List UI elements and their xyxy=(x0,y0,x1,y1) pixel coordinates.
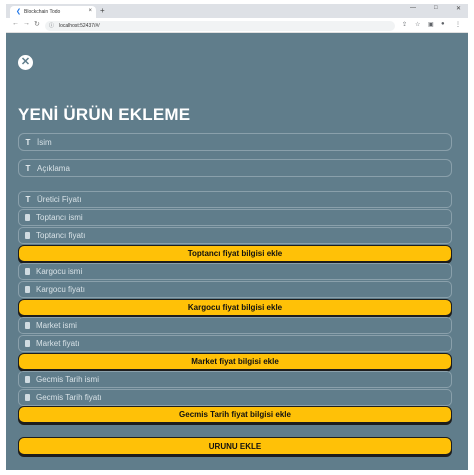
arrow-left-icon[interactable]: ← xyxy=(12,20,19,27)
profile-icon[interactable]: ● xyxy=(441,21,445,27)
text-format-icon: T xyxy=(25,195,31,204)
tab-close-icon[interactable]: × xyxy=(88,8,92,14)
history-price-placeholder: Gecmis Tarih fiyatı xyxy=(36,393,102,402)
url-field[interactable]: ⓘ localhost:52437/#/ xyxy=(45,21,395,31)
close-icon: ✕ xyxy=(20,56,31,68)
close-button[interactable]: ✕ xyxy=(18,55,33,70)
document-icon xyxy=(25,268,30,275)
page-title: YENİ ÜRÜN EKLEME xyxy=(18,105,191,124)
minimize-icon[interactable]: — xyxy=(410,5,416,11)
submit-product-button[interactable]: URUNU EKLE xyxy=(18,437,452,455)
text-format-icon: T xyxy=(25,137,31,147)
producer-price-field[interactable]: T Üretici Fiyatı xyxy=(18,191,452,208)
tab-title: Blockchain Todo xyxy=(24,9,61,15)
courier-price-field[interactable]: Kargocu fiyatı xyxy=(18,281,452,298)
blockchain-favicon-icon: ❮ xyxy=(16,8,22,15)
market-price-placeholder: Market fiyatı xyxy=(36,339,80,348)
new-tab-button[interactable]: + xyxy=(100,6,105,16)
courier-price-placeholder: Kargocu fiyatı xyxy=(36,285,85,294)
url-text: localhost:52437/#/ xyxy=(59,23,100,29)
maximize-icon[interactable]: □ xyxy=(434,5,438,11)
document-icon xyxy=(25,286,30,293)
document-icon xyxy=(25,214,30,221)
courier-name-field[interactable]: Kargocu ismi xyxy=(18,263,452,280)
wholesaler-name-placeholder: Toptancı ismi xyxy=(36,213,83,222)
history-name-field[interactable]: Gecmis Tarih ismi xyxy=(18,371,452,388)
wholesaler-price-placeholder: Toptancı fiyatı xyxy=(36,231,86,240)
document-icon xyxy=(25,232,30,239)
add-market-price-button[interactable]: Market fiyat bilgisi ekle xyxy=(18,353,452,370)
add-history-price-button[interactable]: Gecmis Tarih fiyat bilgisi ekle xyxy=(18,406,452,423)
wholesaler-name-field[interactable]: Toptancı ismi xyxy=(18,209,452,226)
description-placeholder: Açıklama xyxy=(37,163,70,173)
name-field[interactable]: T İsim xyxy=(18,133,452,151)
document-icon xyxy=(25,322,30,329)
site-info-icon[interactable]: ⓘ xyxy=(49,21,54,31)
document-icon xyxy=(25,340,30,347)
menu-icon[interactable]: ⋮ xyxy=(455,21,461,28)
producer-price-placeholder: Üretici Fiyatı xyxy=(37,195,82,204)
app-viewport: ✕ YENİ ÜRÜN EKLEME T İsim T Açıklama T Ü… xyxy=(6,33,468,470)
document-icon xyxy=(25,376,30,383)
reload-icon[interactable]: ↻ xyxy=(34,20,40,28)
star-icon[interactable]: ☆ xyxy=(415,21,420,28)
name-placeholder: İsim xyxy=(37,137,52,147)
browser-tab[interactable]: ❮ Blockchain Todo × xyxy=(10,6,96,18)
market-price-field[interactable]: Market fiyatı xyxy=(18,335,452,352)
market-name-field[interactable]: Market ismi xyxy=(18,317,452,334)
wholesaler-price-field[interactable]: Toptancı fiyatı xyxy=(18,227,452,244)
sidebar-icon[interactable]: ▣ xyxy=(428,21,434,28)
history-price-field[interactable]: Gecmis Tarih fiyatı xyxy=(18,389,452,406)
description-field[interactable]: T Açıklama xyxy=(18,159,452,177)
add-courier-price-button[interactable]: Kargocu fiyat bilgisi ekle xyxy=(18,299,452,316)
document-icon xyxy=(25,394,30,401)
courier-name-placeholder: Kargocu ismi xyxy=(36,267,83,276)
add-wholesaler-price-button[interactable]: Toptancı fiyat bilgisi ekle xyxy=(18,245,452,262)
text-format-icon: T xyxy=(25,163,31,173)
history-name-placeholder: Gecmis Tarih ismi xyxy=(36,375,99,384)
share-icon[interactable]: ⇪ xyxy=(402,21,407,28)
arrow-right-icon[interactable]: → xyxy=(23,20,30,27)
window-close-icon[interactable]: ✕ xyxy=(456,5,461,12)
market-name-placeholder: Market ismi xyxy=(36,321,77,330)
